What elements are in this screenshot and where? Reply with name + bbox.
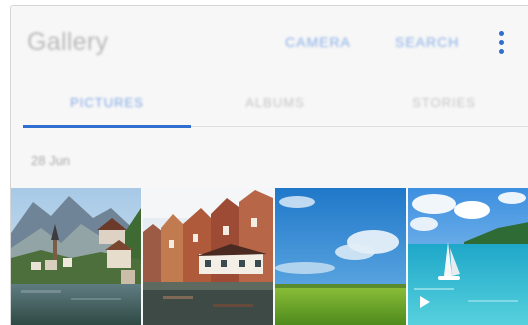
date-header: 28 Jun [31, 153, 71, 168]
tab-bar: PICTURES ALBUMS STORIES [23, 84, 528, 130]
tab-albums[interactable]: ALBUMS [191, 84, 359, 126]
more-options-button[interactable] [495, 30, 507, 56]
camera-button[interactable]: CAMERA [285, 34, 351, 50]
play-icon [420, 296, 430, 308]
tab-pictures[interactable]: PICTURES [23, 84, 191, 126]
app-bar: Gallery CAMERA SEARCH [11, 6, 528, 81]
search-button[interactable]: SEARCH [395, 34, 459, 50]
mountain-village-image [11, 188, 141, 325]
more-dot [499, 49, 504, 54]
tab-stories[interactable]: STORIES [359, 84, 528, 126]
more-dot [499, 40, 504, 45]
photo-grid [11, 188, 528, 325]
field-sky-image [275, 188, 406, 325]
more-vertical-icon [499, 31, 504, 36]
video-thumbnail-sailboat[interactable] [408, 188, 528, 325]
photo-thumbnail-field-sky[interactable] [275, 188, 406, 325]
photo-thumbnail-canal-houses[interactable] [143, 188, 273, 325]
app-title: Gallery [27, 28, 109, 56]
photo-thumbnail-mountain-village[interactable] [11, 188, 141, 325]
tab-indicator [23, 125, 191, 128]
canal-houses-image [143, 188, 273, 325]
tab-divider [191, 126, 528, 127]
gallery-screen: Gallery CAMERA SEARCH PICTURES ALBUMS ST… [10, 5, 528, 325]
